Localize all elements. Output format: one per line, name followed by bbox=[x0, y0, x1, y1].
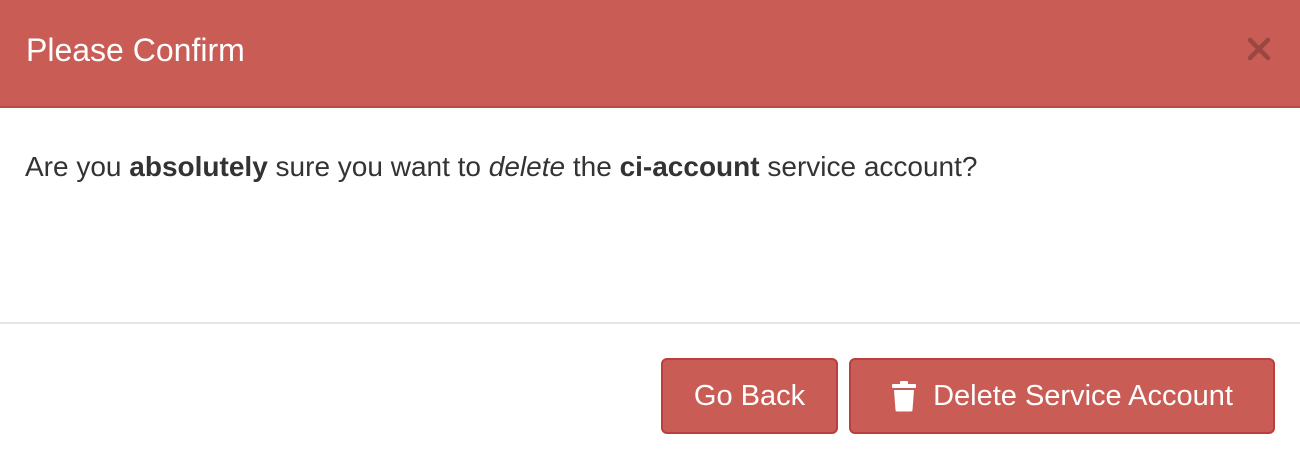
trash-icon bbox=[892, 381, 917, 412]
message-emphasis: absolutely bbox=[129, 151, 268, 182]
dialog-body: Are you absolutely sure you want to dele… bbox=[0, 108, 1300, 322]
close-icon bbox=[1247, 37, 1271, 61]
dialog-title: Please Confirm bbox=[26, 32, 245, 68]
message-text: Are you bbox=[25, 151, 130, 182]
delete-label: Delete Service Account bbox=[933, 379, 1233, 412]
dialog-header: Please Confirm bbox=[0, 0, 1300, 108]
message-action: delete bbox=[488, 151, 566, 182]
close-button[interactable] bbox=[1244, 34, 1274, 64]
message-text: sure you want to bbox=[267, 151, 489, 182]
confirm-message: Are you absolutely sure you want to dele… bbox=[25, 150, 977, 184]
account-name: ci-account bbox=[619, 151, 760, 182]
dialog-footer: Go Back Delete Service Account bbox=[0, 322, 1300, 460]
delete-service-account-button[interactable]: Delete Service Account bbox=[849, 358, 1275, 434]
confirm-dialog: Please Confirm Are you absolutely sure y… bbox=[0, 0, 1300, 460]
message-text: the bbox=[565, 151, 620, 182]
go-back-label: Go Back bbox=[693, 379, 806, 412]
go-back-button[interactable]: Go Back bbox=[661, 358, 838, 434]
message-text: service account? bbox=[759, 151, 978, 182]
